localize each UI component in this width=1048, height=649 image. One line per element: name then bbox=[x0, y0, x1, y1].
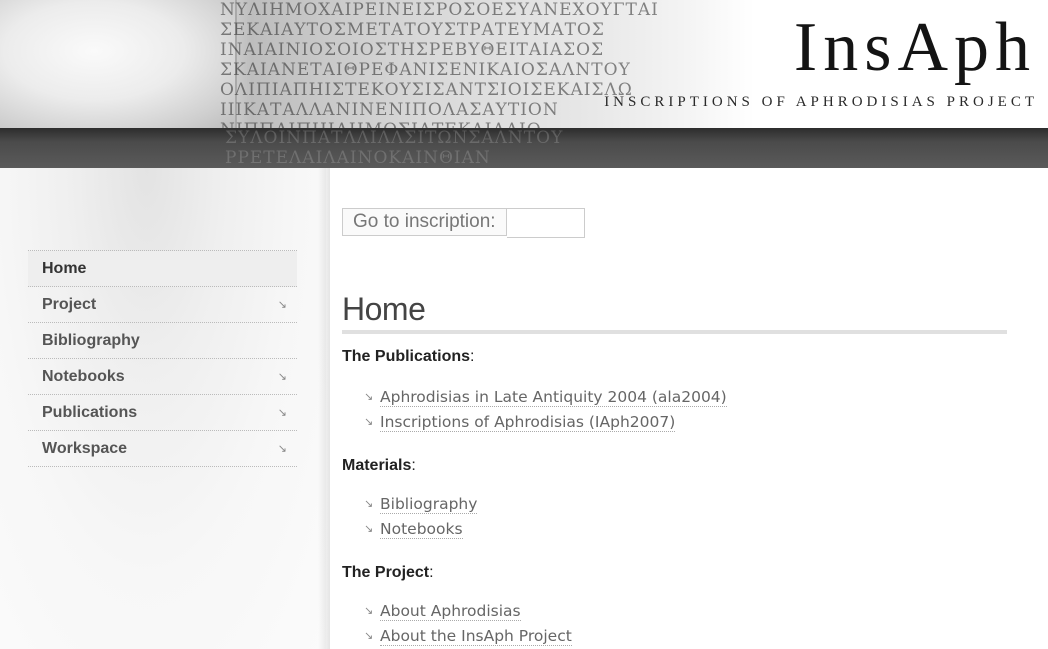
link-notebooks[interactable]: Notebooks bbox=[380, 520, 463, 539]
list-item: ↘ Notebooks bbox=[342, 516, 1002, 541]
sidebar-nav: Home Project ↘ Bibliography Notebooks ↘ … bbox=[28, 250, 297, 467]
section-heading: The Project: bbox=[342, 564, 434, 581]
sidebar-item-workspace[interactable]: Workspace ↘ bbox=[28, 431, 297, 467]
link-about-insaph-project[interactable]: About the InsAph Project bbox=[380, 627, 572, 646]
sidebar-item-bibliography[interactable]: Bibliography bbox=[28, 323, 297, 359]
list-item: ↘ About the InsAph Project bbox=[342, 623, 1002, 648]
sidebar-item-label: Bibliography bbox=[42, 331, 140, 349]
link-list: ↘ Bibliography ↘ Notebooks bbox=[342, 491, 1002, 541]
sidebar-item-project[interactable]: Project ↘ bbox=[28, 287, 297, 323]
link-about-aphrodisias[interactable]: About Aphrodisias bbox=[380, 602, 521, 621]
sidebar-item-label: Notebooks bbox=[42, 367, 125, 385]
list-item: ↘ Inscriptions of Aphrodisias (IAph2007) bbox=[342, 409, 1002, 434]
sidebar-item-publications[interactable]: Publications ↘ bbox=[28, 395, 297, 431]
section-heading-text: Materials bbox=[342, 457, 412, 474]
arrow-down-right-icon: ↘ bbox=[364, 604, 374, 617]
content-shadow bbox=[318, 168, 330, 649]
section-project: The Project: ↘ About Aphrodisias ↘ About… bbox=[342, 564, 1002, 648]
sidebar-item-label: Publications bbox=[42, 403, 138, 421]
arrow-down-right-icon: ↘ bbox=[277, 443, 287, 455]
arrow-down-right-icon: ↘ bbox=[364, 522, 374, 535]
sidebar-item-label: Workspace bbox=[42, 439, 128, 457]
arrow-down-right-icon: ↘ bbox=[364, 497, 374, 510]
sidebar-item-notebooks[interactable]: Notebooks ↘ bbox=[28, 359, 297, 395]
arrow-down-right-icon: ↘ bbox=[277, 371, 287, 383]
sidebar-item-label: Project bbox=[42, 295, 97, 313]
arrow-down-right-icon: ↘ bbox=[364, 390, 374, 403]
arrow-down-right-icon: ↘ bbox=[277, 407, 287, 419]
header-stone-image bbox=[0, 0, 237, 128]
site-logo-subtitle: Inscriptions of Aphrodisias Project bbox=[604, 94, 1038, 110]
goto-inscription-form: Go to inscription: bbox=[342, 208, 585, 238]
sidebar-item-label: Home bbox=[42, 259, 87, 277]
goto-inscription-label: Go to inscription: bbox=[342, 208, 507, 236]
section-heading-text: The Publications bbox=[342, 348, 471, 365]
header-band-inscription-image: ΣΥΛΟΙΝΠΑΤΛΛΙΛΛΣΙΤΩΝΣΑΛΝΤΟΥ ΡΡΕΤΕΛΑΙΛΑΙΝΟ… bbox=[225, 128, 564, 168]
section-heading: The Publications: bbox=[342, 348, 475, 365]
link-iaph2007[interactable]: Inscriptions of Aphrodisias (IAph2007) bbox=[380, 413, 676, 432]
site-logo-title[interactable]: InsAph bbox=[794, 10, 1036, 86]
link-ala2004[interactable]: Aphrodisias in Late Antiquity 2004 (ala2… bbox=[380, 388, 727, 407]
section-heading-text: The Project bbox=[342, 564, 430, 581]
list-item: ↘ Bibliography bbox=[342, 491, 1002, 516]
goto-inscription-input[interactable] bbox=[506, 208, 585, 238]
page-title: Home bbox=[342, 290, 1007, 334]
link-list: ↘ About Aphrodisias ↘ About the InsAph P… bbox=[342, 598, 1002, 648]
section-materials: Materials: ↘ Bibliography ↘ Notebooks bbox=[342, 457, 1002, 541]
link-list: ↘ Aphrodisias in Late Antiquity 2004 (al… bbox=[342, 384, 1002, 434]
arrow-down-right-icon: ↘ bbox=[364, 415, 374, 428]
section-publications: The Publications: ↘ Aphrodisias in Late … bbox=[342, 348, 1002, 434]
main-content: Go to inscription: Home The Publications… bbox=[330, 168, 1048, 649]
arrow-down-right-icon: ↘ bbox=[364, 629, 374, 642]
section-heading: Materials: bbox=[342, 457, 416, 474]
header-band: ΣΥΛΟΙΝΠΑΤΛΛΙΛΛΣΙΤΩΝΣΑΛΝΤΟΥ ΡΡΕΤΕΛΑΙΛΑΙΝΟ… bbox=[0, 128, 1048, 168]
arrow-down-right-icon: ↘ bbox=[277, 299, 287, 311]
site-header: ΝΥΛΙΗΜΟΧΑΙΡΕΙΝΕΙΣΡΟΣΟΕΣΥΑΝΕΧΟΥΓΤΑΙ ΣΕΚΑΙ… bbox=[0, 0, 1048, 128]
sidebar-item-home[interactable]: Home bbox=[28, 251, 297, 287]
list-item: ↘ About Aphrodisias bbox=[342, 598, 1002, 623]
list-item: ↘ Aphrodisias in Late Antiquity 2004 (al… bbox=[342, 384, 1002, 409]
link-bibliography[interactable]: Bibliography bbox=[380, 495, 478, 514]
